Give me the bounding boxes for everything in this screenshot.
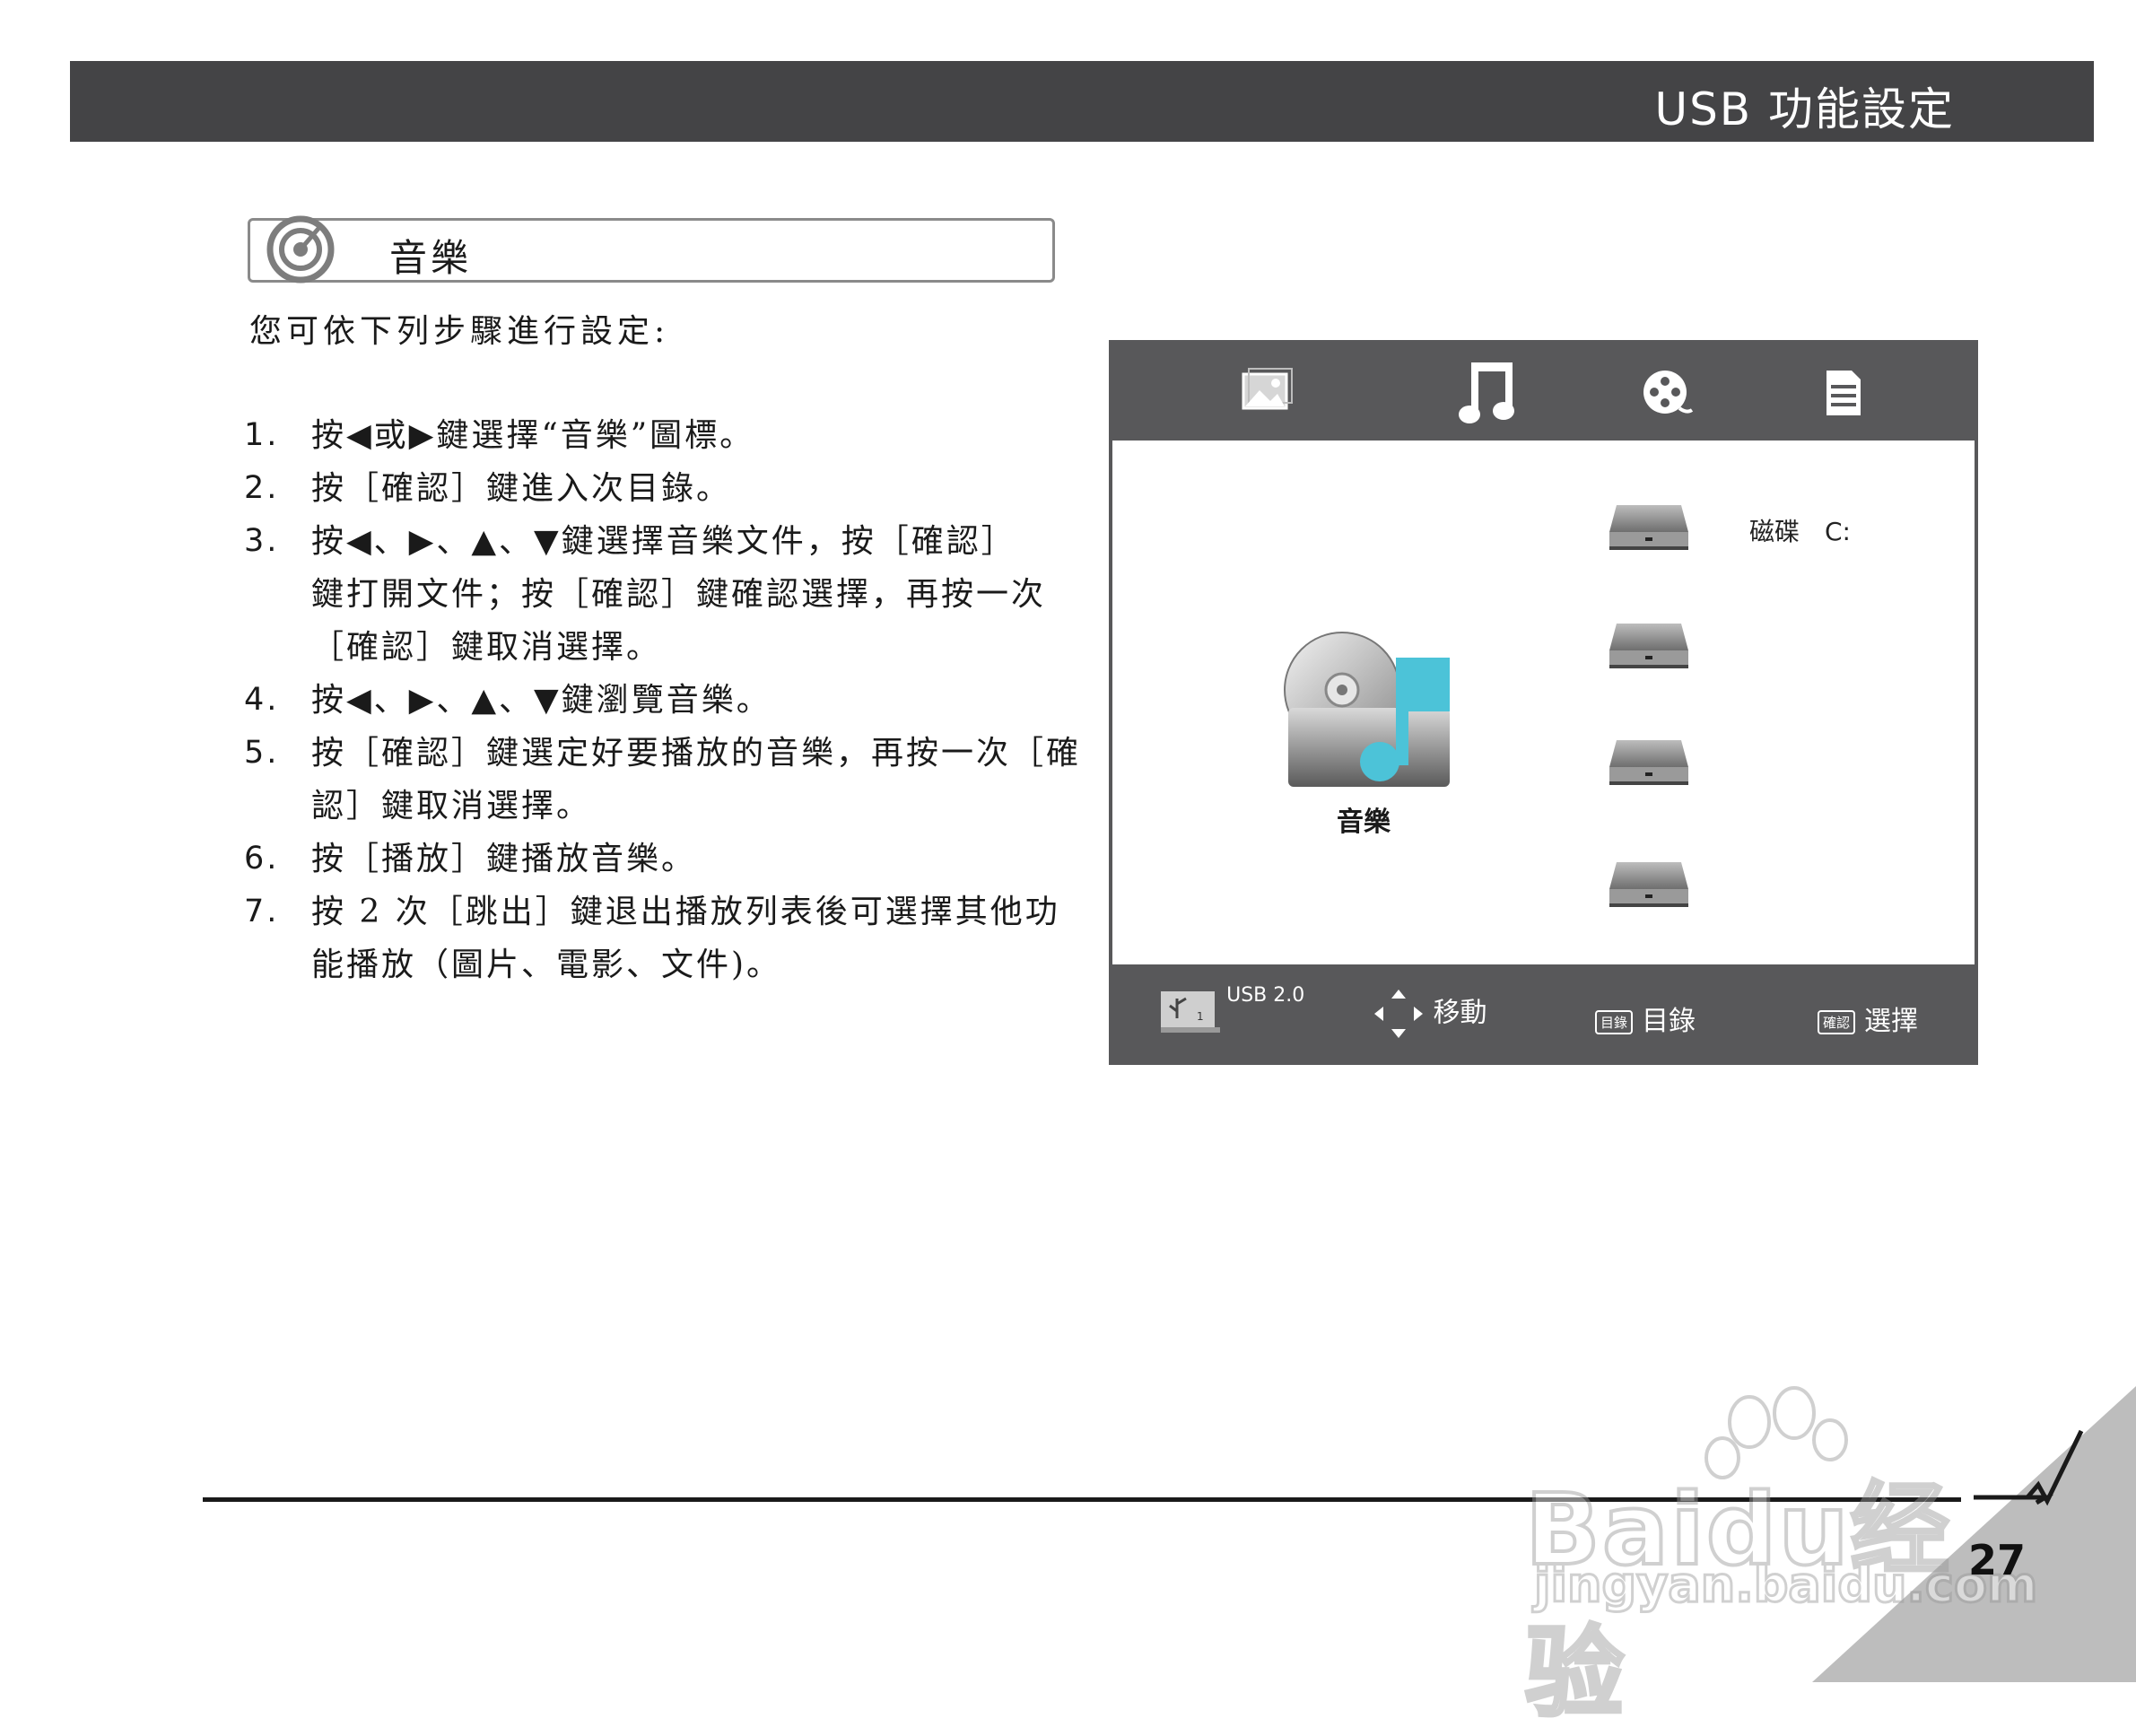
menu-label: 目錄 [1642, 1006, 1696, 1037]
step-number: 7. [244, 894, 280, 929]
confirm-hint: 確認 選擇 [1818, 999, 1918, 1038]
step-text-line: 鍵打開文件；按［確認］鍵確認選擇，再按一次 [311, 576, 1047, 613]
document-icon[interactable] [1809, 358, 1877, 426]
menu-key: 目錄 [1595, 1010, 1634, 1034]
move-label: 移動 [1433, 997, 1487, 1029]
step-number: 1. [244, 417, 280, 453]
page-header-title: USB 功能設定 [1654, 83, 1955, 135]
step-item: 6. 按［播放］鍵播放音樂。 [244, 833, 1087, 885]
step-item: 4. 按◀、▶、▲、▼鍵瀏覽音樂。 [244, 674, 1087, 727]
drive-icon[interactable] [1608, 737, 1690, 789]
step-text: 按◀或▶鍵選擇“音樂”圖標。 [311, 409, 1087, 462]
step-text: 按［播放］鍵播放音樂。 [311, 833, 1087, 885]
intro-text: 您可依下列步驟進行設定: [249, 313, 670, 350]
step-item: 1. 按◀或▶鍵選擇“音樂”圖標。 [244, 409, 1087, 462]
target-icon [266, 215, 335, 284]
section-title: 音樂 [389, 236, 473, 280]
step-text-line: 能播放（圖片、電影、文件)。 [311, 947, 782, 983]
step-text-line: 按◀、▶、▲、▼鍵選擇音樂文件，按［確認］ [311, 523, 1016, 560]
confirm-key: 確認 [1818, 1010, 1856, 1034]
step-text-line: ［確認］鍵取消選擇。 [311, 629, 662, 666]
step-item: 5. 按［確認］鍵選定好要播放的音樂，再按一次［確 認］鍵取消選擇。 [244, 727, 1087, 833]
step-text: 按 2 次［跳出］鍵退出播放列表後可選擇其他功 能播放（圖片、電影、文件)。 [311, 885, 1087, 991]
usb-icon: 1 [1161, 991, 1220, 1033]
step-number: 3. [244, 523, 280, 559]
step-item: 7. 按 2 次［跳出］鍵退出播放列表後可選擇其他功 能播放（圖片、電影、文件)。 [244, 885, 1087, 991]
step-text-line: 認］鍵取消選擇。 [311, 788, 592, 824]
movie-icon[interactable] [1633, 358, 1701, 426]
tv-content-area: 音樂 磁碟 C: [1112, 441, 1975, 964]
selected-item-label: 音樂 [1337, 807, 1391, 838]
move-hint: 移動 [1373, 988, 1487, 1040]
step-text-line: 按［播放］鍵播放音樂。 [311, 841, 697, 877]
step-text-line: 按［確認］鍵進入次目錄。 [311, 470, 732, 507]
watermark: Baidu经验 jingyan.baidu.com [1523, 1386, 2039, 1732]
drive-icon[interactable] [1608, 859, 1690, 911]
step-text-line: 按◀、▶、▲、▼鍵瀏覽音樂。 [311, 682, 772, 719]
steps-list: 1. 按◀或▶鍵選擇“音樂”圖標。 2. 按［確認］鍵進入次目錄。 3. 按◀、▶、▲、▼… [244, 409, 1087, 991]
step-text: 按◀、▶、▲、▼鍵瀏覽音樂。 [311, 674, 1087, 727]
step-text-line: 按［確認］鍵選定好要播放的音樂，再按一次［確 [311, 735, 1082, 772]
step-text: 按◀、▶、▲、▼鍵選擇音樂文件，按［確認］ 鍵打開文件；按［確認］鍵確認選擇，再按… [311, 515, 1087, 674]
step-number: 2. [244, 470, 280, 506]
page-number: 27 [1968, 1536, 2027, 1584]
step-item: 2. 按［確認］鍵進入次目錄。 [244, 462, 1087, 515]
svg-text:1: 1 [1197, 1010, 1204, 1023]
step-text-line: 按 2 次［跳出］鍵退出播放列表後可選擇其他功 [311, 894, 1060, 930]
header-bar: USB 功能設定 [70, 61, 2094, 142]
watermark-line2: jingyan.baidu.com [1532, 1556, 2038, 1615]
step-number: 4. [244, 682, 280, 718]
step-item: 3. 按◀、▶、▲、▼鍵選擇音樂文件，按［確認］ 鍵打開文件；按［確認］鍵確認選擇，… [244, 515, 1087, 674]
tv-menu-screen: 音樂 磁碟 C: 1 USB 2.0 移動 目錄 目錄 確認 選擇 [1109, 340, 1978, 1065]
drive-icon[interactable] [1608, 620, 1690, 672]
arrows-icon [1374, 990, 1423, 1038]
disk-label: 磁碟 C: [1749, 517, 1851, 546]
photo-icon[interactable] [1233, 358, 1301, 426]
step-text: 按［確認］鍵進入次目錄。 [311, 462, 1087, 515]
section-heading-box: 音樂 [248, 215, 1055, 284]
step-number: 6. [244, 841, 280, 877]
step-text: 按［確認］鍵選定好要播放的音樂，再按一次［確 認］鍵取消選擇。 [311, 727, 1087, 833]
step-text-line: 按◀或▶鍵選擇“音樂”圖標。 [311, 417, 755, 454]
confirm-label: 選擇 [1864, 1006, 1919, 1037]
menu-hint: 目錄 目錄 [1595, 999, 1696, 1038]
drive-icon[interactable] [1608, 502, 1690, 554]
music-icon[interactable] [1452, 353, 1529, 431]
step-number: 5. [244, 735, 280, 771]
usb-indicator: 1 USB 2.0 [1157, 984, 1305, 1036]
music-folder-icon[interactable] [1281, 629, 1457, 790]
usb-label: USB 2.0 [1226, 984, 1305, 1007]
